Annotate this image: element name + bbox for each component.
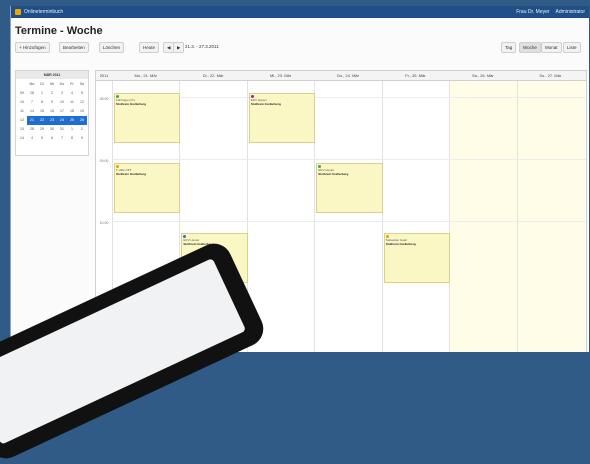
top-bar: Onlineterminbuch Frau Dr. Meyer Administ… [11, 6, 589, 18]
mini-day[interactable]: 26 [77, 116, 87, 125]
view-day-button[interactable]: Tag [501, 42, 517, 53]
mini-day[interactable]: 3 [57, 89, 67, 98]
mini-weekday-label: Do [59, 82, 65, 86]
mini-weekday-label: Mo [29, 82, 35, 86]
mini-day[interactable]: 23 [47, 116, 57, 125]
mini-day[interactable]: 21 [27, 116, 37, 125]
next-week-button[interactable]: ▶ [173, 42, 185, 53]
hour-line [112, 221, 586, 222]
mini-day[interactable]: 28 [27, 89, 37, 98]
event-name: Stolhrein Grellerberg [250, 102, 281, 106]
hour-label: 08:00 [99, 97, 109, 101]
day-header[interactable]: Di., 22. Mär [179, 71, 246, 80]
delete-button[interactable]: Löschen [99, 42, 125, 53]
mini-day[interactable]: 4 [67, 89, 77, 98]
mini-weekday-label: Di [40, 82, 44, 86]
mini-week-number: 14 [20, 136, 24, 140]
logo-icon [15, 9, 21, 15]
event-card[interactable]: EDV Heuter Stolhrein Grellerberg [248, 93, 316, 143]
mini-day[interactable]: 6 [47, 134, 57, 143]
mini-weekday-label: Sa [79, 82, 85, 86]
event-card[interactable]: Sebastian Goler Stolhrein Grellerberg [383, 233, 451, 283]
day-column[interactable] [381, 81, 450, 352]
mini-day[interactable]: 5 [77, 89, 87, 98]
mini-day[interactable]: 7 [57, 134, 67, 143]
mini-day[interactable]: 1 [67, 125, 77, 134]
mini-weekday-label [17, 80, 27, 89]
today-button[interactable]: Heute [139, 42, 160, 53]
mini-day[interactable]: 5 [37, 134, 47, 143]
mini-week-number: 09 [20, 91, 24, 95]
mini-weekday-label: Fr [70, 82, 74, 86]
mini-day[interactable]: 8 [67, 134, 77, 143]
mini-day[interactable]: 29 [37, 125, 47, 134]
edit-button[interactable]: Bearbeiten [59, 42, 89, 53]
mini-week-number: 10 [20, 100, 24, 104]
mini-day[interactable]: 14 [27, 107, 37, 116]
user-name[interactable]: Frau Dr. Meyer [516, 9, 549, 15]
page-title: Termine - Woche [15, 25, 103, 37]
event-name: Stolhrein Grellerberg [385, 242, 416, 246]
mini-day[interactable]: 15 [37, 107, 47, 116]
event-card[interactable]: EDV Heuter Stolhrein Grellerberg [316, 163, 383, 213]
mini-day[interactable]: 22 [37, 116, 47, 125]
event-name: Stolhrein Grellerberg [318, 172, 349, 176]
hour-line [112, 97, 586, 98]
mini-week-number: 11 [20, 109, 24, 113]
mini-day[interactable]: 30 [47, 125, 57, 134]
day-column[interactable] [449, 81, 518, 352]
mini-day[interactable]: 24 [57, 116, 67, 125]
mini-day[interactable]: 12 [77, 98, 87, 107]
mini-calendar-month: MÄR 2011 [16, 71, 88, 79]
date-range: 21.3. - 27.3.2011 [185, 44, 219, 49]
hour-label: 09:00 [99, 159, 109, 163]
mini-week-number: 12 [20, 118, 24, 122]
mini-day[interactable]: 2 [47, 89, 57, 98]
view-month-button[interactable]: Monat [541, 42, 562, 53]
mini-week-number: 13 [20, 127, 24, 131]
day-header[interactable]: Sa., 26. Mär [449, 71, 516, 80]
mini-day[interactable]: 19 [77, 107, 87, 116]
mini-day[interactable]: 1 [37, 89, 47, 98]
year-label: 2011 [99, 73, 109, 78]
mini-day[interactable]: 18 [67, 107, 77, 116]
day-column[interactable] [314, 81, 382, 352]
hour-label: 10:00 [99, 221, 109, 225]
day-header[interactable]: Mo., 21. Mär [112, 71, 179, 80]
toolbar: + Hinzufügen Bearbeiten Löschen Heute ◀ … [15, 42, 585, 53]
mini-day[interactable]: 8 [37, 98, 47, 107]
mini-day[interactable]: 17 [57, 107, 67, 116]
event-name: Stolhrein Grellerberg [116, 172, 147, 176]
mini-day[interactable]: 4 [27, 134, 37, 143]
day-header[interactable]: Mi., 23. Mär [247, 71, 314, 80]
day-header[interactable]: Fr., 25. Mär [382, 71, 449, 80]
event-card[interactable]: Fahrtagen Pro Stolhrein Grellerberg [114, 93, 181, 143]
day-header[interactable]: So., 27. Mär [517, 71, 584, 80]
mini-day[interactable]: 9 [77, 134, 87, 143]
mini-day[interactable]: 9 [47, 98, 57, 107]
mini-day[interactable]: 7 [27, 98, 37, 107]
mini-weekday-label: Mi [50, 82, 54, 86]
mini-day[interactable]: 16 [47, 107, 57, 116]
app-brand: Onlineterminbuch [24, 9, 64, 15]
day-column[interactable] [516, 81, 585, 352]
mini-day[interactable]: 28 [27, 125, 37, 134]
mini-calendar-grid: Mo Di Mi Do Fr Sa 09 28 1 2 3 4 5 10 7 8 9 10 11 12 11 14 15 16… [16, 79, 88, 144]
view-list-button[interactable]: Liste [563, 42, 581, 53]
mini-day[interactable]: 25 [67, 116, 77, 125]
mini-calendar: MÄR 2011 Mo Di Mi Do Fr Sa 09 28 1 2 3 4 5 10 7 8 9 10 11 1… [15, 70, 89, 156]
week-header: 2011 Mo., 21. Mär Di., 22. Mär Mi., 23. Mä… [96, 71, 586, 81]
day-header[interactable]: Do., 24. Mär [314, 71, 381, 80]
mini-day[interactable]: 10 [57, 98, 67, 107]
user-role[interactable]: Administrator [556, 9, 585, 15]
mini-day[interactable]: 31 [57, 125, 67, 134]
hour-line [112, 159, 586, 160]
mini-day[interactable]: 2 [77, 125, 87, 134]
event-name: Stolhrein Grellerberg [116, 102, 147, 106]
event-card[interactable]: T Hilfe OPT Stolhrein Grellerberg [114, 163, 181, 213]
mini-day[interactable]: 11 [67, 98, 77, 107]
add-button[interactable]: + Hinzufügen [15, 42, 50, 53]
view-week-button[interactable]: Woche [519, 42, 541, 53]
